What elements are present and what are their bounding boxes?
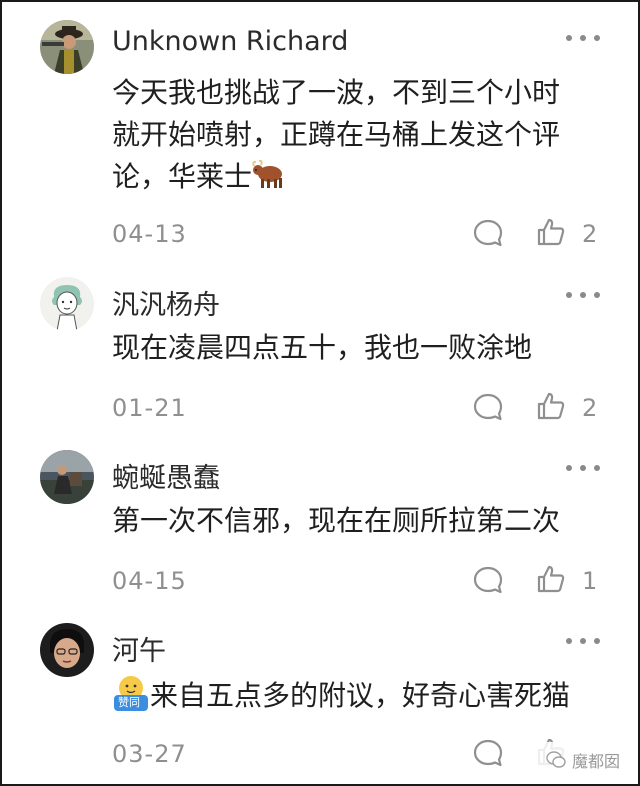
watermark-text: 魔都囡 xyxy=(571,752,620,771)
avatar[interactable] xyxy=(40,623,94,677)
avatar[interactable] xyxy=(40,20,94,74)
comment-date: 04-15 xyxy=(112,567,187,595)
comment-text: 今天我也挑战了一波，不到三个小时 就开始喷射，正蹲在马桶上发这个评 论，华莱士 xyxy=(112,72,612,202)
like-count: 2 xyxy=(582,220,598,248)
comment-text-line: 论，华莱士 xyxy=(112,156,612,202)
comment-list: Unknown Richard 今天我也挑战了一波，不到三个小时 就开始喷射，正… xyxy=(0,0,640,786)
like-count: 1 xyxy=(582,567,598,595)
comment-text-line: 就开始喷射，正蹲在马桶上发这个评 xyxy=(112,118,561,151)
more-dots-icon[interactable] xyxy=(566,637,600,645)
speech-bubble-icon[interactable] xyxy=(472,737,504,769)
thumbs-up-icon[interactable] xyxy=(535,390,567,422)
like-count: 2 xyxy=(582,394,598,422)
agree-badge-text: 赞同 xyxy=(118,696,140,709)
comment-date: 04-13 xyxy=(112,220,187,248)
comment-text: 赞同 来自五点多的附议，好奇心害死猫 xyxy=(112,673,612,717)
speech-bubble-icon[interactable] xyxy=(472,391,504,423)
username[interactable]: 汎汎杨舟 xyxy=(112,283,220,322)
watermark: 魔都囡 xyxy=(546,748,620,772)
username[interactable]: 蜿蜒愚蠢 xyxy=(112,456,220,495)
wechat-icon xyxy=(546,751,566,768)
comment-text: 第一次不信邪，现在在厕所拉第二次 xyxy=(112,504,561,537)
thumbs-up-icon[interactable] xyxy=(535,216,567,248)
comment-date: 01-21 xyxy=(112,394,187,422)
more-dots-icon[interactable] xyxy=(566,291,600,299)
ox-emoji-icon xyxy=(252,159,286,202)
comment-text-line: 今天我也挑战了一波，不到三个小时 xyxy=(112,76,561,109)
username[interactable]: Unknown Richard xyxy=(112,26,348,57)
thumbs-up-icon[interactable] xyxy=(535,563,567,595)
comment-text-fragment: 来自五点多的附议，好奇心害死猫 xyxy=(150,679,571,712)
speech-bubble-icon[interactable] xyxy=(472,564,504,596)
speech-bubble-icon[interactable] xyxy=(472,217,504,249)
more-dots-icon[interactable] xyxy=(566,34,600,42)
comment-text: 现在凌晨四点五十，我也一败涂地 xyxy=(112,331,533,364)
agree-emoji-icon: 赞同 xyxy=(112,673,150,713)
username[interactable]: 河午 xyxy=(112,629,166,668)
comment-text-fragment: 论，华莱士 xyxy=(112,160,253,193)
avatar[interactable] xyxy=(40,450,94,504)
avatar[interactable] xyxy=(40,277,94,331)
more-dots-icon[interactable] xyxy=(566,464,600,472)
comment-date: 03-27 xyxy=(112,740,187,768)
